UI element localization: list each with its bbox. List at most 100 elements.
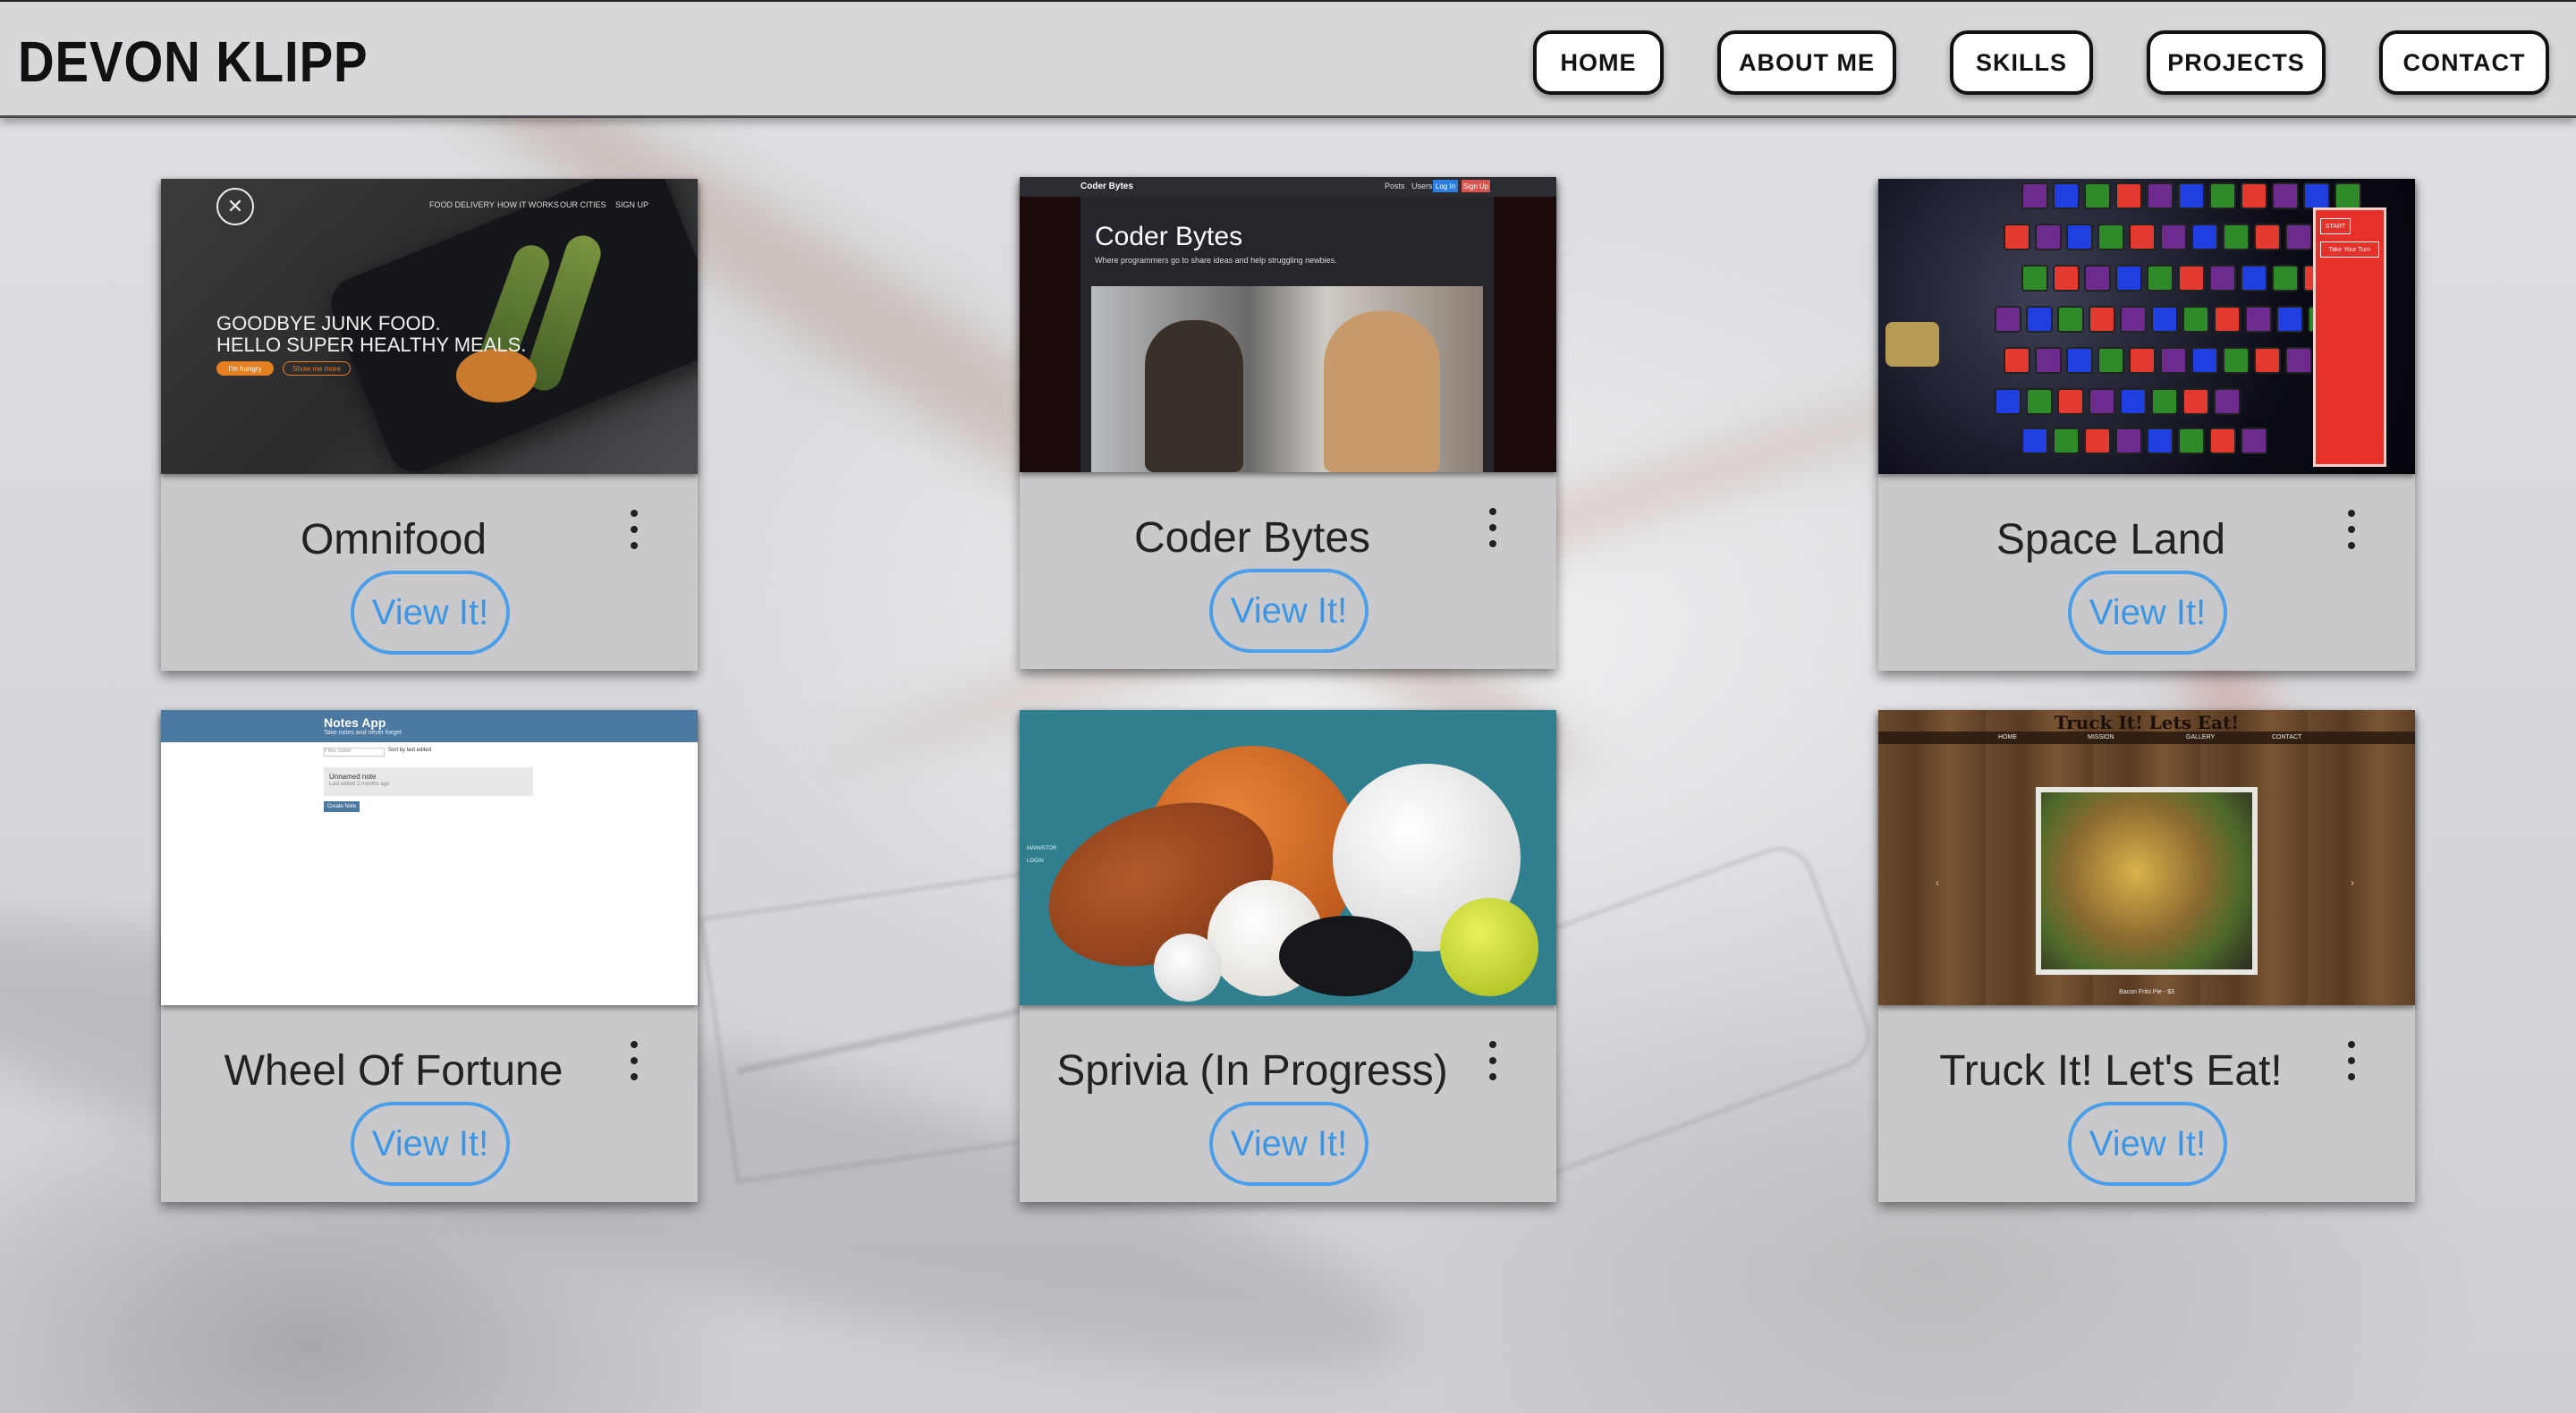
thumb-menu-text: FOOD DELIVERY: [429, 200, 495, 209]
board-tile: [2053, 182, 2080, 209]
board-tile: [2245, 306, 2272, 333]
board-tile: [2209, 265, 2236, 292]
thumb-nav-text: MISSION: [2088, 734, 2114, 740]
board-tile: [2254, 224, 2281, 250]
project-card-wheel-of-fortune: Notes App Take notes and never forget Fi…: [161, 710, 698, 1202]
board-tile: [2129, 347, 2156, 374]
thumb-login: Log In: [1433, 180, 1458, 192]
thumb-nav-text: CONTACT: [2272, 734, 2302, 740]
thumb-headline: GOODBYE JUNK FOOD. HELLO SUPER HEALTHY M…: [216, 312, 527, 356]
thumb-sign: Truck It! Lets Eat!: [2054, 712, 2240, 733]
nav-contact-button[interactable]: CONTACT: [2379, 30, 2549, 95]
thumb-filter: Filter notes: [324, 748, 385, 757]
board-tile: [2147, 427, 2174, 454]
project-card-sprivia: MAIN/STOR LOGIN Sprivia (In Progress) Vi…: [1020, 710, 1556, 1202]
project-thumbnail[interactable]: ✕ FOOD DELIVERY HOW IT WORKS OUR CITIES …: [161, 179, 698, 474]
thumb-signup: Sign Up: [1462, 180, 1490, 192]
project-thumbnail[interactable]: Coder Bytes Posts Users Log In Sign Up C…: [1020, 177, 1556, 472]
project-card-omnifood: ✕ FOOD DELIVERY HOW IT WORKS OUR CITIES …: [161, 179, 698, 671]
board-tile: [2334, 182, 2361, 209]
board-tile: [1995, 306, 2021, 333]
more-options-icon[interactable]: [2338, 1041, 2365, 1080]
board-tile: [2120, 388, 2147, 415]
project-title: Omnifood: [300, 516, 487, 563]
board-tile: [2182, 306, 2209, 333]
thumb-nav-text: GALLERY: [2186, 734, 2216, 740]
more-options-icon[interactable]: [621, 1041, 648, 1080]
board-tile: [2254, 347, 2281, 374]
chevron-right-icon: ›: [2351, 876, 2354, 889]
thumb-cta: I'm hungry: [216, 361, 274, 376]
thumb-note-title: Unnamed note: [329, 773, 377, 781]
thumb-caption: Bacon Frito Pie - $3: [2119, 989, 2174, 995]
project-thumbnail[interactable]: MAIN/STOR LOGIN: [1020, 710, 1556, 1005]
view-it-button[interactable]: View It!: [2068, 571, 2227, 655]
omnifood-logo-icon: ✕: [216, 188, 254, 225]
board-tile: [2115, 182, 2142, 209]
board-tile: [2021, 265, 2048, 292]
nav-about-me-button[interactable]: ABOUT ME: [1717, 30, 1896, 95]
more-options-icon[interactable]: [1479, 1041, 1506, 1080]
project-title: Wheel Of Fortune: [224, 1047, 564, 1095]
board-tile: [2053, 427, 2080, 454]
board-tile: [2097, 347, 2124, 374]
board-tile: [2178, 427, 2205, 454]
more-options-icon[interactable]: [621, 510, 648, 549]
view-it-button[interactable]: View It!: [1209, 569, 1368, 653]
board-tile: [2303, 182, 2330, 209]
board-tile: [2223, 347, 2250, 374]
nav-home-button[interactable]: HOME: [1533, 30, 1664, 95]
main-nav: HOME ABOUT ME SKILLS PROJECTS CONTACT: [0, 30, 2576, 95]
board-tile: [2223, 224, 2250, 250]
board-tile: [2084, 265, 2111, 292]
board-tile: [2191, 347, 2218, 374]
view-it-button[interactable]: View It!: [1209, 1102, 1368, 1186]
board-tile: [2209, 427, 2236, 454]
board-tile: [2115, 265, 2142, 292]
view-it-button[interactable]: View It!: [351, 571, 510, 655]
board-tile: [2276, 306, 2303, 333]
board-tile: [1995, 388, 2021, 415]
board-tile: [2241, 265, 2267, 292]
thumb-create: Create Note: [324, 801, 360, 812]
nav-projects-button[interactable]: PROJECTS: [2147, 30, 2326, 95]
board-tile: [2120, 306, 2147, 333]
project-card-truck-it: Truck It! Lets Eat! HOME MISSION GALLERY…: [1878, 710, 2415, 1202]
board-tile: [2035, 224, 2062, 250]
view-it-button[interactable]: View It!: [351, 1102, 510, 1186]
thumb-sort: Sort by last edited: [388, 748, 432, 753]
more-options-icon[interactable]: [2338, 510, 2365, 549]
board-tile: [2160, 224, 2187, 250]
board-tile: [2178, 265, 2205, 292]
project-card-space-land: START Take Your Turn Space Land View It!: [1878, 179, 2415, 671]
thumb-menu-text: SIGN UP: [615, 200, 649, 209]
view-it-button[interactable]: View It!: [2068, 1102, 2227, 1186]
board-tile: [2241, 427, 2267, 454]
thumb-nav-text: Posts: [1385, 182, 1405, 190]
thumb-start: START: [2320, 218, 2351, 234]
board-tile: [2089, 306, 2115, 333]
board-tile: [2089, 388, 2115, 415]
project-title: Sprivia (In Progress): [1056, 1047, 1448, 1095]
board-tile: [2160, 347, 2187, 374]
more-options-icon[interactable]: [1479, 508, 1506, 547]
hockey-puck-image: [1279, 916, 1413, 996]
chevron-left-icon: ‹: [1936, 876, 1939, 889]
board-tile: [2084, 427, 2111, 454]
board-tile: [2285, 224, 2312, 250]
project-card-coder-bytes: Coder Bytes Posts Users Log In Sign Up C…: [1020, 177, 1556, 669]
project-thumbnail[interactable]: Notes App Take notes and never forget Fi…: [161, 710, 698, 1005]
board-tile: [2147, 265, 2174, 292]
board-tile: [2026, 388, 2053, 415]
board-tile: [2214, 388, 2241, 415]
thumb-nav-text: Users: [1411, 182, 1433, 190]
project-thumbnail[interactable]: START Take Your Turn: [1878, 179, 2415, 474]
board-tile: [2285, 347, 2312, 374]
golf-ball-image: [1154, 934, 1222, 1002]
board-tile: [2129, 224, 2156, 250]
nav-skills-button[interactable]: SKILLS: [1950, 30, 2093, 95]
project-thumbnail[interactable]: Truck It! Lets Eat! HOME MISSION GALLERY…: [1878, 710, 2415, 1005]
thumb-side-text: MAIN/STOR: [1027, 846, 1057, 851]
board-tile: [2241, 182, 2267, 209]
thumb-nav-text: HOME: [1998, 734, 2017, 740]
